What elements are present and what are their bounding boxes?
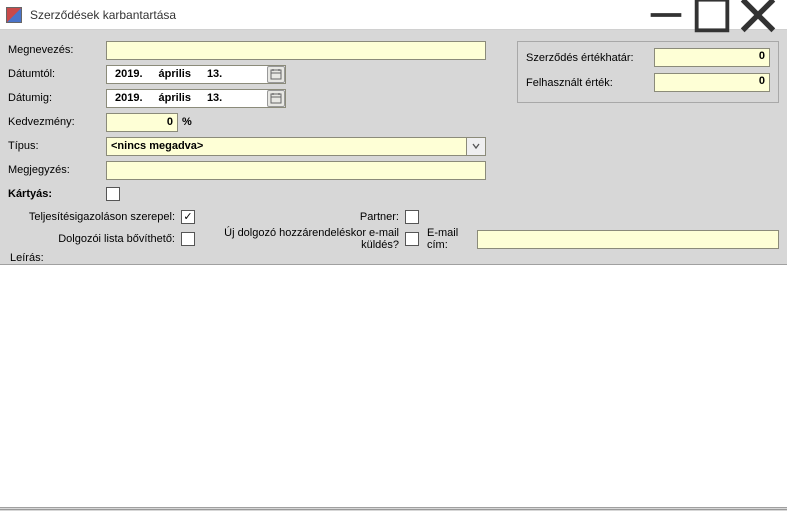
titlebar: Szerződések karbantartása (0, 0, 787, 30)
teljesites-label: Teljesítésigazoláson szerepel: (8, 211, 181, 223)
megnevezes-label: Megnevezés: (8, 44, 106, 56)
chevron-down-icon (471, 141, 481, 151)
dolgozoi-label: Dolgozói lista bővíthető: (8, 233, 181, 245)
app-icon (6, 7, 22, 23)
calendar-icon (270, 92, 282, 104)
leiras-label: Leírás: (8, 252, 779, 264)
megjegyzes-input[interactable] (106, 161, 486, 180)
minimize-button[interactable] (643, 0, 689, 30)
ujdolgozo-checkbox[interactable] (405, 232, 419, 246)
leiras-textarea[interactable] (0, 264, 787, 508)
emailcim-label: E-mail cím: (419, 227, 477, 251)
datumig-calendar-button[interactable] (267, 90, 285, 107)
megnevezes-input[interactable] (106, 41, 486, 60)
kedvezmeny-label: Kedvezmény: (8, 116, 106, 128)
partner-checkbox[interactable] (405, 210, 419, 224)
kartyas-label: Kártyás: (8, 188, 106, 200)
emailcim-input[interactable] (477, 230, 779, 249)
dolgozoi-checkbox[interactable] (181, 232, 195, 246)
datumtol-month: április (151, 68, 199, 80)
datumtol-input[interactable]: 2019. április 13. (106, 65, 286, 84)
close-button[interactable] (735, 0, 781, 30)
tipus-dropdown-button[interactable] (466, 137, 486, 156)
tipus-value[interactable] (106, 137, 466, 156)
datumtol-year: 2019. (107, 68, 151, 80)
form-area: Megnevezés: Dátumtól: 2019. április 13. … (0, 30, 787, 264)
datumtol-calendar-button[interactable] (267, 66, 285, 83)
datumtol-day: 13. (199, 68, 230, 80)
teljesites-checkbox[interactable] (181, 210, 195, 224)
tipus-combo[interactable] (106, 137, 486, 156)
datumig-label: Dátumig: (8, 92, 106, 104)
datumig-input[interactable]: 2019. április 13. (106, 89, 286, 108)
datumig-year: 2019. (107, 92, 151, 104)
leiras-wrap (0, 264, 787, 511)
datumig-month: április (151, 92, 199, 104)
window-title: Szerződések karbantartása (30, 8, 643, 22)
datumig-day: 13. (199, 92, 230, 104)
ujdolgozo-label: Új dolgozó hozzárendeléskor e-mail küldé… (195, 227, 405, 251)
kartyas-checkbox[interactable] (106, 187, 120, 201)
maximize-button[interactable] (689, 0, 735, 30)
partner-label: Partner: (195, 211, 405, 223)
datumtol-label: Dátumtól: (8, 68, 106, 80)
kedvezmeny-unit: % (182, 116, 192, 128)
kedvezmeny-input[interactable] (106, 113, 178, 132)
tipus-label: Típus: (8, 140, 106, 152)
megjegyzes-label: Megjegyzés: (8, 164, 106, 176)
calendar-icon (270, 68, 282, 80)
